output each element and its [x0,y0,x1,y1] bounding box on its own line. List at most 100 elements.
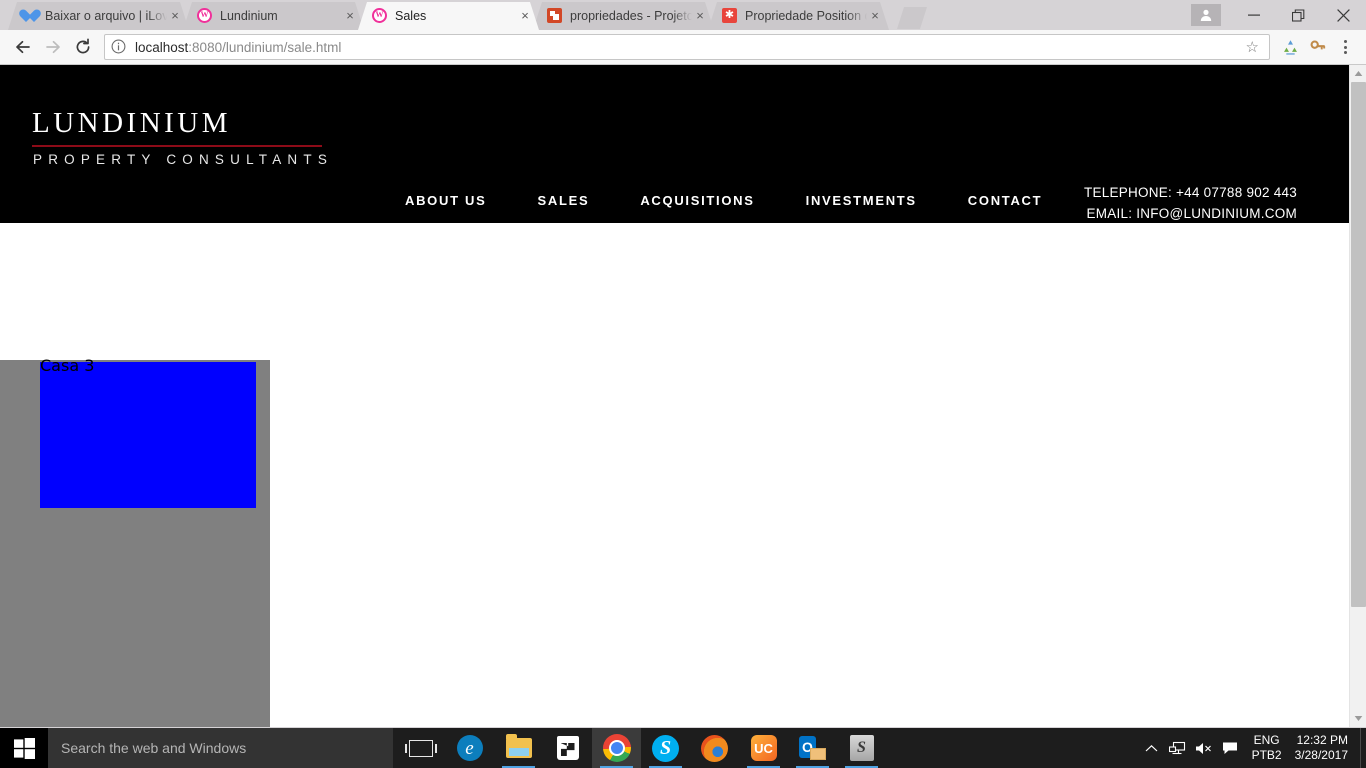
scroll-down-arrow-icon[interactable] [1350,710,1366,727]
nav-item-contact[interactable]: CONTACT [968,193,1042,208]
tab-title: Sales [395,9,427,23]
edge-icon: e [456,735,483,761]
outlook-icon: O [799,736,826,760]
network-icon[interactable] [1165,728,1191,768]
volume-muted-icon[interactable] [1191,728,1217,768]
taskbar-search-input[interactable]: Search the web and Windows [48,728,393,768]
web-page: LUNDINIUM PROPERTY CONSULTANTS ABOUT US … [0,65,1349,727]
browser-tab-1[interactable]: Baixar o arquivo | iLoveIM × [8,2,189,30]
lang-line-1: ENG [1253,733,1280,747]
taskbar-item-firefox[interactable] [690,728,739,768]
nav-item-investments[interactable]: INVESTMENTS [806,193,917,208]
contact-telephone: TELEPHONE: +44 07788 902 443 [1083,185,1297,200]
page-viewport: LUNDINIUM PROPERTY CONSULTANTS ABOUT US … [0,65,1366,727]
tab-close-button[interactable]: × [517,8,533,24]
notification-flag-icon[interactable] [1217,728,1243,768]
property-card[interactable] [40,362,256,508]
key-icon[interactable] [1304,33,1332,61]
logo-title: LUNDINIUM [32,95,232,141]
browser-tab-2[interactable]: W Lundinium × [183,2,364,30]
system-tray: ENG PTB2 12:32 PM 3/28/2017 [1139,728,1366,768]
tab-title: Lundinium [220,9,278,23]
info-circle-icon[interactable] [111,39,127,55]
windows-logo-icon[interactable] [0,728,48,768]
skype-icon: S [652,734,679,762]
folder-icon [505,734,532,758]
chevron-up-icon[interactable] [1139,728,1165,768]
taskbar-app-icons: e S UC O S [396,728,886,768]
taskbar-item-uc-browser[interactable]: UC [739,728,788,768]
taskbar-item-edge[interactable]: e [445,728,494,768]
window-controls [1191,0,1366,30]
taskbar-item-store[interactable] [543,728,592,768]
powerpoint-icon [547,8,563,24]
firefox-icon [701,734,728,762]
header-contact-info: TELEPHONE: +44 07788 902 443 EMAIL: INFO… [1084,182,1297,224]
address-bar[interactable]: localhost:8080/lundinium/sale.html ☆ [104,34,1270,60]
chrome-browser-window: Baixar o arquivo | iLoveIM × W Lundinium… [0,0,1366,728]
w-circle-icon: W [197,8,213,24]
scroll-up-arrow-icon[interactable] [1350,65,1366,82]
tab-title: Propriedade Position do [745,9,867,23]
nav-item-sales[interactable]: SALES [538,193,590,208]
clock-date: 3/28/2017 [1294,748,1348,762]
site-header: LUNDINIUM PROPERTY CONSULTANTS ABOUT US … [0,65,1349,223]
property-card-label: Casa 3 [40,356,95,375]
store-icon [556,736,579,760]
browser-tab-4[interactable]: propriedades - Projeto L × [533,2,714,30]
w-circle-icon: W [372,8,388,24]
task-view-icon [404,739,437,757]
property-listing-container: Casa 3 [0,356,270,727]
tab-close-button[interactable]: × [692,8,708,24]
nav-item-acquisitions[interactable]: ACQUISITIONS [640,193,754,208]
arrow-right-icon [38,32,68,62]
taskbar-item-outlook[interactable]: O [788,728,837,768]
star-outline-icon[interactable]: ☆ [1242,38,1263,56]
tab-close-button[interactable]: × [867,8,883,24]
show-desktop-button[interactable] [1360,728,1366,768]
taskbar-item-skype[interactable]: S [641,728,690,768]
clock-and-date[interactable]: 12:32 PM 3/28/2017 [1291,728,1360,768]
site-logo[interactable]: LUNDINIUM PROPERTY CONSULTANTS [30,95,334,167]
taskbar-item-task-view[interactable] [396,728,445,768]
tab-title: propriedades - Projeto L [570,9,692,23]
page-scrollbar[interactable] [1349,65,1366,727]
browser-tab-3-active[interactable]: W Sales × [358,2,539,30]
scrollbar-thumb[interactable] [1351,82,1366,607]
url-path: :8080/lundinium/sale.html [188,39,342,55]
taskbar-item-sublime-text[interactable]: S [837,728,886,768]
maximize-restore-button[interactable] [1276,0,1321,30]
url-host: localhost [135,39,189,55]
input-language-indicator[interactable]: ENG PTB2 [1243,728,1291,768]
tab-close-button[interactable]: × [167,8,183,24]
url-text: localhost:8080/lundinium/sale.html [135,40,341,55]
new-tab-button[interactable] [897,7,927,29]
taskbar-item-chrome[interactable] [592,728,641,768]
windows-taskbar: Search the web and Windows e S UC O S EN… [0,728,1366,768]
chrome-icon [602,734,631,762]
star-red-icon: ✱ [722,8,738,24]
tab-close-button[interactable]: × [342,8,358,24]
logo-tagline: PROPERTY CONSULTANTS [33,152,334,167]
recycle-icon[interactable] [1276,33,1304,61]
tab-title: Baixar o arquivo | iLoveIM [45,9,167,23]
uc-browser-icon: UC [750,735,777,761]
lang-line-2: PTB2 [1251,748,1282,762]
nav-item-about-us[interactable]: ABOUT US [405,193,487,208]
sublime-text-icon: S [849,735,874,761]
reload-icon[interactable] [68,32,98,62]
browser-tab-5[interactable]: ✱ Propriedade Position do × [708,2,889,30]
taskbar-item-file-explorer[interactable] [494,728,543,768]
person-icon[interactable] [1191,4,1221,26]
browser-toolbar: localhost:8080/lundinium/sale.html ☆ [0,30,1366,65]
logo-divider [32,145,322,147]
tab-strip: Baixar o arquivo | iLoveIM × W Lundinium… [0,0,1366,30]
search-placeholder: Search the web and Windows [61,740,247,756]
arrow-left-icon[interactable] [8,32,38,62]
site-navigation: ABOUT US SALES ACQUISITIONS INVESTMENTS … [405,193,1042,208]
clock-time: 12:32 PM [1296,733,1348,747]
minimize-button[interactable] [1231,0,1276,30]
close-button[interactable] [1321,0,1366,30]
contact-email: EMAIL: INFO@LUNDINIUM.COM [1086,206,1297,221]
three-dot-menu-icon[interactable] [1332,33,1358,61]
